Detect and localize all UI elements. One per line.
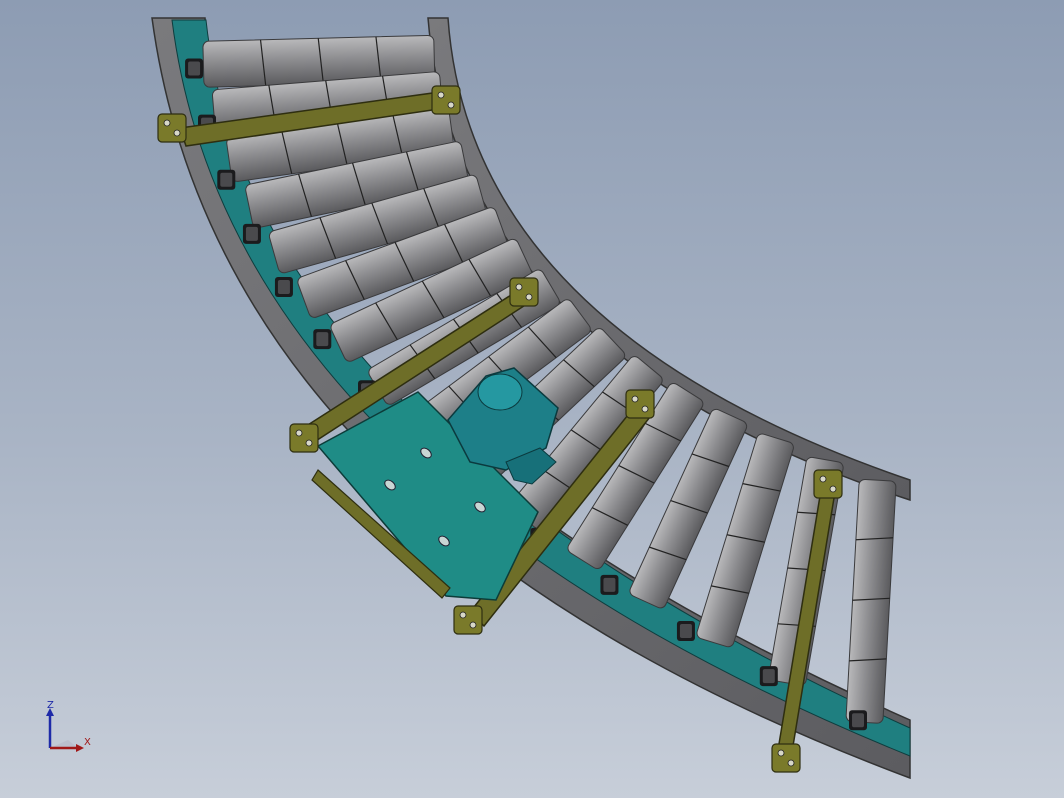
chain-sprocket — [185, 58, 204, 79]
coordinate-axis-triad: Z X — [46, 700, 91, 752]
corner-bracket — [813, 469, 843, 499]
roller — [845, 478, 897, 724]
curved-roller-conveyor-model[interactable] — [0, 0, 1064, 798]
corner-bracket — [453, 605, 483, 635]
chain-sprocket — [217, 169, 236, 190]
corner-bracket — [157, 113, 187, 143]
corner-bracket — [431, 85, 461, 115]
cad-viewport[interactable]: Z X — [0, 0, 1064, 798]
chain-sprocket — [849, 710, 868, 731]
chain-sprocket — [242, 223, 261, 244]
z-axis-label: Z — [47, 700, 54, 711]
corner-bracket — [509, 277, 539, 307]
x-axis-arrowhead — [76, 744, 84, 752]
chain-sprocket — [274, 277, 293, 298]
chain-sprocket — [759, 666, 778, 687]
corner-bracket — [625, 389, 655, 419]
x-axis-label: X — [84, 737, 91, 748]
chain-sprocket — [676, 621, 695, 642]
corner-bracket — [289, 423, 319, 453]
chain-sprocket — [313, 329, 332, 350]
chain-sprocket — [600, 574, 619, 595]
corner-bracket — [771, 743, 801, 773]
